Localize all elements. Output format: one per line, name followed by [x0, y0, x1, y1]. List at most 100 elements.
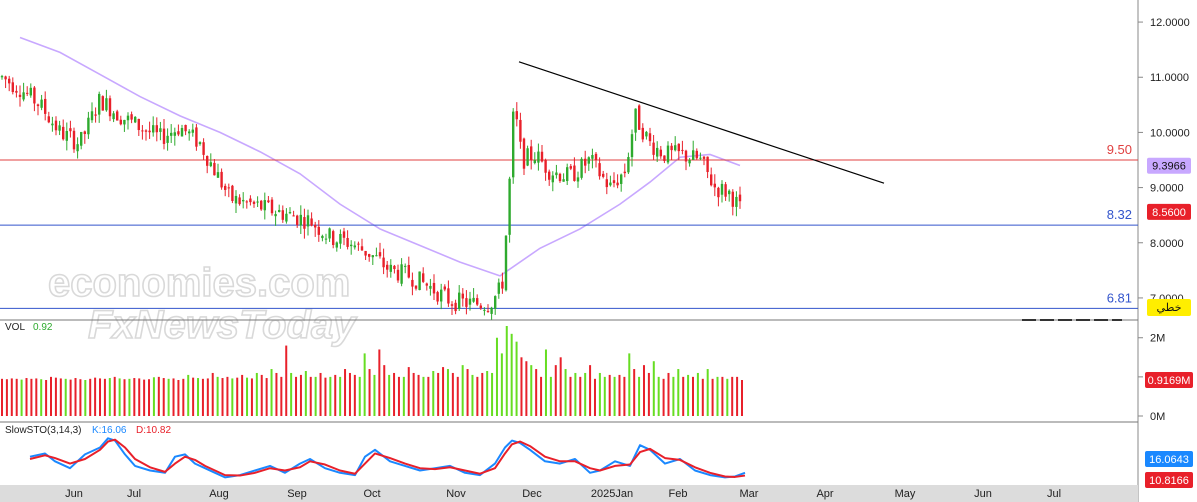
volume-bar: [358, 376, 361, 416]
candle-body: [443, 286, 446, 290]
candle-body: [436, 292, 439, 302]
candle-body: [299, 214, 302, 226]
candle-body: [144, 130, 148, 132]
candle-body: [170, 132, 173, 136]
candle-body: [591, 155, 594, 159]
volume-bar: [495, 337, 498, 416]
candle-body: [162, 128, 166, 144]
volume-bar: [378, 349, 381, 416]
volume-bar: [304, 371, 307, 416]
candle-body: [702, 156, 706, 159]
candle-body: [623, 171, 626, 174]
month-label: Dec: [522, 488, 542, 500]
price-tick-label: 10.0000: [1150, 127, 1190, 139]
volume-bar: [157, 376, 160, 416]
volume-bar: [290, 372, 293, 416]
candle-body: [720, 183, 724, 195]
candle-body: [450, 304, 454, 306]
volume-bar: [187, 374, 190, 416]
candle-body: [270, 199, 274, 214]
candle-body: [666, 145, 670, 163]
volume-bar: [432, 371, 435, 416]
volume-bar: [221, 378, 224, 416]
candle-body: [580, 158, 583, 178]
candle-body: [738, 194, 742, 202]
candle-body: [44, 98, 47, 114]
candle-body: [274, 214, 277, 217]
volume-bar: [309, 376, 312, 416]
volume-bar: [721, 376, 724, 416]
volume-bar: [177, 380, 180, 416]
volume-bar: [89, 378, 92, 416]
volume-bar: [79, 379, 82, 416]
volume-bar: [515, 341, 518, 416]
volume-tick-label: 0M: [1150, 411, 1165, 423]
candle-body: [584, 158, 587, 166]
candle-body: [605, 179, 608, 188]
month-label: Feb: [669, 488, 688, 500]
candle-body: [112, 113, 115, 120]
candle-body: [526, 148, 529, 166]
candle-body: [339, 233, 342, 244]
volume-bar: [687, 374, 690, 416]
candle-body: [684, 150, 688, 162]
candle-body: [101, 96, 104, 111]
volume-bar: [412, 372, 415, 416]
candle-body: [155, 125, 158, 133]
candle-body: [76, 144, 79, 152]
candle-body: [735, 196, 738, 207]
volume-bar: [250, 378, 253, 416]
volume-bar: [363, 353, 366, 416]
volume-bar: [35, 378, 38, 416]
volume-bar: [30, 378, 33, 416]
volume-bar: [726, 378, 729, 416]
volume-bar: [128, 378, 131, 416]
candle-body: [540, 151, 544, 162]
volume-bar: [123, 379, 126, 416]
volume-bar: [579, 376, 582, 416]
candle-body: [422, 273, 425, 282]
candle-body: [216, 172, 220, 178]
candle-body: [119, 119, 122, 125]
candle-body: [609, 182, 612, 186]
candle-body: [310, 218, 313, 226]
volume-bar: [353, 374, 356, 416]
volume-bar: [103, 378, 106, 416]
volume-bar: [54, 377, 57, 416]
volume-bar: [598, 372, 601, 416]
candle-body: [486, 310, 490, 312]
candle-body: [173, 132, 176, 136]
volume-bar: [481, 372, 484, 416]
volume-bar: [451, 372, 454, 416]
candle-body: [220, 171, 223, 188]
volume-bar: [500, 353, 503, 416]
volume-bar: [691, 376, 694, 416]
volume-bar: [255, 372, 258, 416]
candle-body: [267, 200, 270, 203]
candle-body: [184, 124, 187, 132]
candle-body: [303, 217, 306, 229]
watermark-line1: economies.com: [48, 261, 350, 305]
candle-body: [206, 156, 209, 166]
candle-body: [15, 90, 18, 93]
volume-bar: [540, 376, 543, 416]
month-label: Jul: [1047, 488, 1061, 500]
volume-bar: [84, 380, 87, 416]
candle-body: [62, 126, 65, 140]
volume-bar: [393, 372, 396, 416]
candle-body: [371, 255, 374, 258]
candle-body: [285, 213, 288, 222]
stochastic-title: SlowSTO(3,14,3): [5, 425, 82, 436]
volume-bar: [696, 372, 699, 416]
candle-body: [94, 114, 97, 116]
candle-body: [130, 114, 133, 120]
volume-bar: [677, 369, 680, 416]
candle-body: [652, 142, 655, 155]
volume-bar: [270, 369, 273, 416]
candle-body: [33, 87, 36, 104]
candle-body: [620, 174, 623, 184]
candle-body: [224, 185, 227, 190]
month-label: Apr: [816, 488, 833, 500]
volume-bar: [133, 378, 136, 416]
volume-bar: [260, 374, 263, 416]
